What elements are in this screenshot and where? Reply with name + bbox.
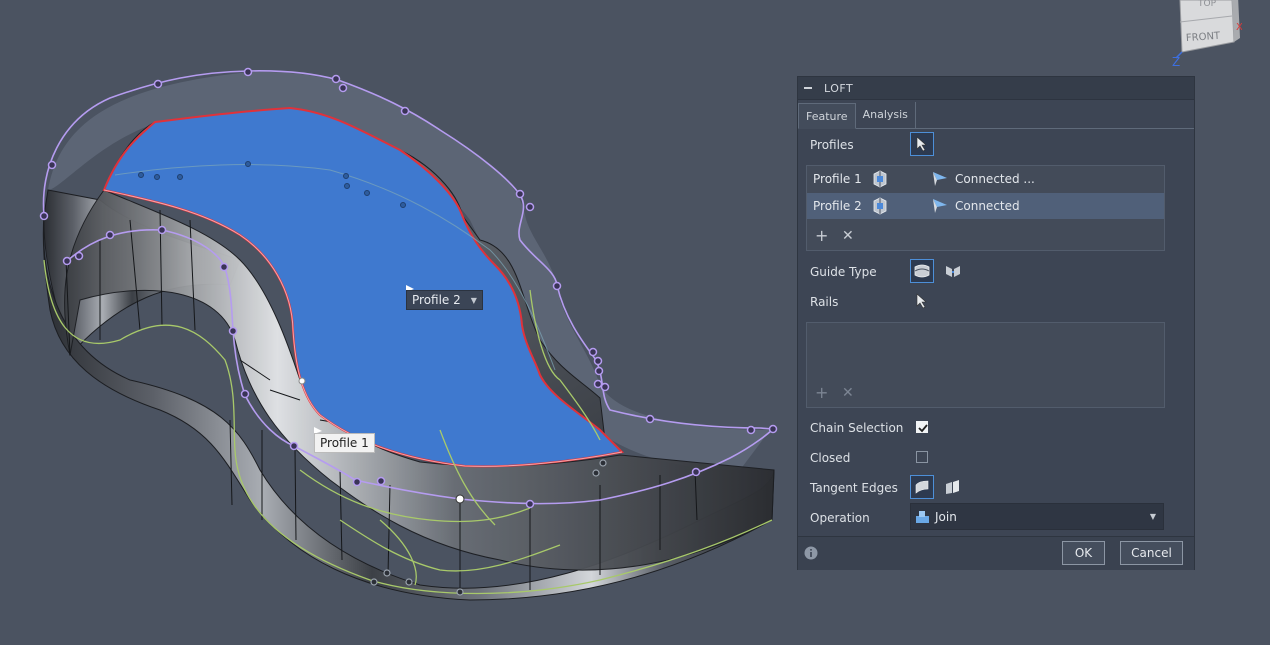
- add-rail-icon[interactable]: +: [815, 385, 828, 401]
- connected-condition-icon[interactable]: [931, 197, 951, 215]
- operation-select[interactable]: Join ▼: [910, 503, 1164, 530]
- profile-2-dropdown-icon[interactable]: ▼: [471, 296, 477, 305]
- centerline-guide-icon: [946, 266, 960, 277]
- guide-type-centerline-button[interactable]: [941, 259, 965, 283]
- profile-row-name: Profile 1: [813, 172, 862, 186]
- profiles-label: Profiles: [810, 138, 854, 152]
- join-icon: [916, 511, 929, 523]
- profile-row-2[interactable]: Profile 2 Connected: [807, 193, 1164, 219]
- tab-analysis[interactable]: Analysis: [856, 102, 916, 128]
- profiles-select-button[interactable]: [910, 132, 934, 156]
- rails-guide-icon: [914, 264, 930, 278]
- profile-row-continuity[interactable]: Connected: [955, 199, 1020, 213]
- loft-dialog[interactable]: LOFT Feature Analysis Profiles Profile 1…: [797, 76, 1195, 570]
- profile-row-name: Profile 2: [813, 199, 862, 213]
- guide-type-rails-button[interactable]: [910, 259, 934, 283]
- arrow-cursor-icon: [916, 136, 927, 152]
- dialog-footer: OK Cancel: [798, 536, 1194, 570]
- remove-rail-icon[interactable]: ✕: [842, 385, 854, 401]
- connected-condition-icon[interactable]: [931, 170, 951, 188]
- closed-label: Closed: [810, 451, 851, 465]
- rails-list[interactable]: + ✕: [806, 322, 1165, 408]
- profile-1-label[interactable]: Profile 1: [314, 433, 375, 453]
- checkmark-icon: [918, 424, 928, 433]
- tangent-keep-icon: [946, 480, 959, 494]
- add-profile-icon[interactable]: +: [815, 228, 828, 244]
- profile-row-1[interactable]: Profile 1 Connected ...: [807, 166, 1164, 192]
- tangent-edges-keep-button[interactable]: [941, 475, 965, 499]
- operation-label: Operation: [810, 511, 870, 525]
- cancel-button[interactable]: Cancel: [1120, 541, 1183, 565]
- chain-selection-checkbox[interactable]: [916, 421, 928, 433]
- chain-selection-label: Chain Selection: [810, 421, 904, 435]
- guide-type-label: Guide Type: [810, 265, 877, 279]
- rails-select-button[interactable]: [910, 289, 934, 313]
- dialog-tabs: Feature Analysis: [798, 100, 1194, 129]
- rails-label: Rails: [810, 295, 839, 309]
- profile-orient-icon[interactable]: [871, 197, 889, 215]
- tangent-merge-icon: [915, 480, 929, 494]
- profiles-list[interactable]: Profile 1 Connected ... Profile 2 Connec…: [806, 165, 1165, 251]
- tab-feature[interactable]: Feature: [798, 103, 856, 129]
- operation-value: Join: [935, 509, 957, 524]
- loft-dialog-header[interactable]: LOFT: [798, 77, 1194, 100]
- closed-checkbox[interactable]: [916, 451, 928, 463]
- profile-row-continuity[interactable]: Connected ...: [955, 172, 1035, 186]
- remove-profile-icon[interactable]: ✕: [842, 228, 854, 244]
- chevron-down-icon[interactable]: ▼: [1150, 512, 1156, 521]
- viewcube-top-face[interactable]: TOP: [1197, 0, 1217, 9]
- profile-2-label[interactable]: Profile 2 ▼: [406, 290, 483, 310]
- info-icon[interactable]: [804, 546, 818, 560]
- selected-point: [455, 494, 465, 504]
- collapse-icon[interactable]: [804, 87, 812, 89]
- profile-point: [298, 377, 306, 385]
- dialog-title: LOFT: [824, 81, 854, 95]
- tangent-edges-merge-button[interactable]: [910, 475, 934, 499]
- axis-z-label: Z: [1172, 55, 1180, 66]
- axis-x-label: X: [1236, 22, 1242, 33]
- arrow-cursor-icon: [916, 293, 927, 309]
- ok-button[interactable]: OK: [1062, 541, 1105, 565]
- view-cube[interactable]: TOP FRONT Z X: [1172, 0, 1242, 66]
- profile-orient-icon[interactable]: [871, 170, 889, 188]
- profile-2-label-text: Profile 2: [412, 293, 461, 307]
- profile-1-label-text: Profile 1: [320, 436, 369, 450]
- tangent-edges-label: Tangent Edges: [810, 481, 898, 495]
